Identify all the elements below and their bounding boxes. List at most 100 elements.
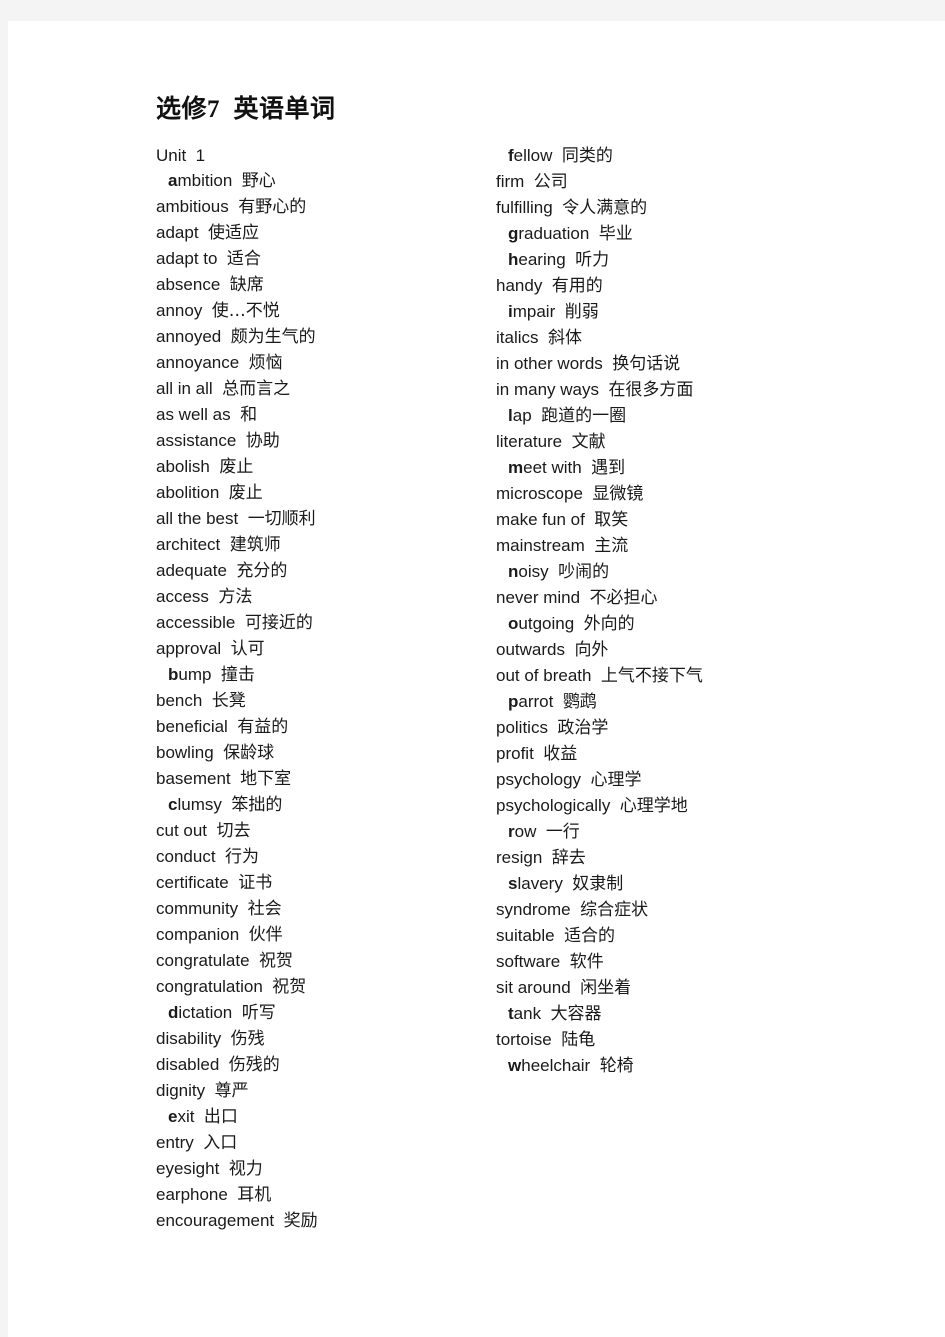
vocabulary-entry: handy 有用的: [496, 273, 876, 299]
entry-meaning: 向外: [574, 640, 609, 660]
entry-term: dictation: [168, 1003, 233, 1022]
entry-term: lap: [508, 406, 532, 425]
vocabulary-entry: tank 大容器: [508, 1001, 876, 1027]
entry-term: architect: [156, 535, 221, 554]
vocabulary-entry: in other words 换句话说: [496, 351, 876, 377]
vocabulary-entry: hearing 听力: [508, 247, 876, 273]
entry-term: congratulate: [156, 951, 250, 970]
entry-term: microscope: [496, 484, 583, 503]
entry-meaning: 行为: [225, 847, 259, 867]
vocabulary-entry: noisy 吵闹的: [508, 559, 876, 585]
entry-meaning: 使适应: [208, 223, 259, 243]
entry-term: tortoise: [496, 1030, 552, 1049]
entry-meaning: 可接近的: [244, 613, 313, 633]
entry-term: parrot: [508, 692, 554, 711]
vocabulary-column-left: Unit 1 ambition 野心 ambitious 有野心的 adapt 使适…: [156, 143, 486, 1234]
entry-term: disabled: [156, 1055, 220, 1074]
entry-meaning: 耳机: [237, 1185, 272, 1205]
entry-term: row: [508, 822, 537, 841]
vocabulary-entry: bench 长凳: [156, 688, 486, 714]
vocabulary-entry: annoy 使…不悦: [156, 298, 486, 324]
vocabulary-entry: adapt to 适合: [156, 246, 486, 272]
entry-term: resign: [496, 848, 543, 867]
entry-term: beneficial: [156, 717, 228, 736]
entry-meaning: 伙伴: [248, 925, 283, 945]
vocabulary-entry: companion 伙伴: [156, 922, 486, 948]
entry-meaning: 颇为生气的: [230, 327, 316, 347]
vocabulary-entry: congratulate 祝贺: [156, 948, 486, 974]
vocabulary-entry: conduct 行为: [156, 844, 486, 870]
entry-term: in other words: [496, 354, 603, 373]
entry-meaning: 辞去: [551, 848, 586, 868]
entry-term: annoy: [156, 301, 203, 320]
entry-meaning: 遇到: [591, 458, 626, 478]
vocabulary-entry: wheelchair 轮椅: [508, 1053, 876, 1079]
vocabulary-list-left: ambition 野心 ambitious 有野心的 adapt 使适应 adapt …: [156, 168, 486, 1234]
entry-term: never mind: [496, 588, 581, 607]
vocabulary-entry: annoyance 烦恼: [156, 350, 486, 376]
entry-meaning: 取笑: [594, 510, 629, 530]
vocabulary-entry: lap 跑道的一圈: [508, 403, 876, 429]
vocabulary-entry: exit 出口: [168, 1104, 486, 1130]
vocabulary-entry: tortoise 陆龟: [496, 1027, 876, 1053]
entry-meaning: 方法: [218, 587, 253, 607]
vocabulary-entry: basement 地下室: [156, 766, 486, 792]
entry-meaning: 废止: [228, 483, 263, 503]
vocabulary-entry: graduation 毕业: [508, 221, 876, 247]
entry-term: out of breath: [496, 666, 592, 685]
entry-meaning: 地下室: [240, 769, 292, 789]
entry-term: fellow: [508, 146, 553, 165]
entry-term: abolition: [156, 483, 220, 502]
entry-meaning: 大容器: [550, 1004, 602, 1024]
vocabulary-entry: cut out 切去: [156, 818, 486, 844]
entry-meaning: 听写: [241, 1003, 276, 1023]
vocabulary-entry: congratulation 祝贺: [156, 974, 486, 1000]
vocabulary-entry: parrot 鹦鹉: [508, 689, 876, 715]
unit-label: Unit 1: [156, 146, 206, 165]
entry-meaning: 奖励: [283, 1211, 318, 1231]
entry-term: noisy: [508, 562, 549, 581]
entry-meaning: 鹦鹉: [562, 692, 597, 712]
entry-term: absence: [156, 275, 221, 294]
entry-meaning: 有野心的: [238, 197, 307, 217]
entry-meaning: 和: [240, 405, 258, 425]
entry-term: earphone: [156, 1185, 228, 1204]
vocabulary-entry: make fun of 取笑: [496, 507, 876, 533]
entry-term: graduation: [508, 224, 590, 243]
vocabulary-entry: outwards 向外: [496, 637, 876, 663]
entry-meaning: 社会: [247, 899, 282, 919]
entry-term: bump: [168, 665, 212, 684]
vocabulary-entry: mainstream 主流: [496, 533, 876, 559]
entry-term: abolish: [156, 457, 210, 476]
entry-meaning: 缺席: [229, 275, 264, 295]
entry-meaning: 同类的: [561, 146, 613, 166]
vocabulary-entry: architect 建筑师: [156, 532, 486, 558]
entry-meaning: 废止: [219, 457, 254, 477]
entry-meaning: 伤残的: [228, 1055, 280, 1075]
entry-term: companion: [156, 925, 240, 944]
entry-meaning: 一切顺利: [247, 509, 316, 529]
entry-term: congratulation: [156, 977, 263, 996]
vocabulary-entry: eyesight 视力: [156, 1156, 486, 1182]
vocabulary-entry: ambition 野心: [168, 168, 486, 194]
vocabulary-entry: resign 辞去: [496, 845, 876, 871]
entry-term: meet with: [508, 458, 582, 477]
entry-meaning: 伤残: [230, 1029, 265, 1049]
entry-term: firm: [496, 172, 525, 191]
entry-term: encouragement: [156, 1211, 275, 1230]
entry-term: exit: [168, 1107, 195, 1126]
entry-term: mainstream: [496, 536, 585, 555]
vocabulary-entry: literature 文献: [496, 429, 876, 455]
vocabulary-entry: psychology 心理学: [496, 767, 876, 793]
entry-meaning: 适合的: [564, 926, 616, 946]
vocabulary-entry: outgoing 外向的: [508, 611, 876, 637]
entry-meaning: 视力: [228, 1159, 263, 1179]
entry-meaning: 心理学地: [619, 796, 688, 816]
entry-meaning: 烦恼: [248, 353, 283, 373]
entry-meaning: 听力: [575, 250, 610, 270]
vocabulary-entry: fulfilling 令人满意的: [496, 195, 876, 221]
entry-term: sit around: [496, 978, 571, 997]
vocabulary-entry: meet with 遇到: [508, 455, 876, 481]
entry-meaning: 软件: [569, 952, 604, 972]
entry-meaning: 外向的: [583, 614, 635, 634]
